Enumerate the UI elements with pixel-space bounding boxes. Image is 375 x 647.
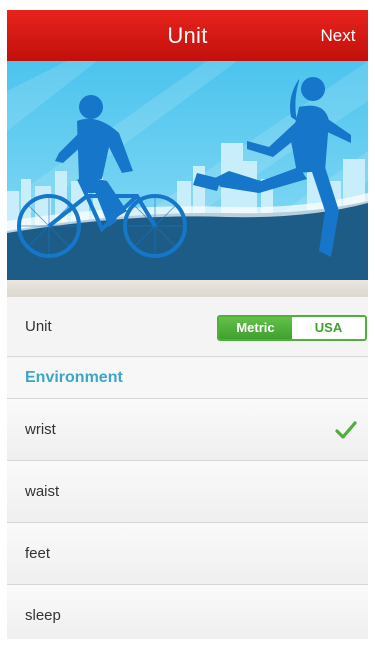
fitness-illustration [7, 61, 368, 280]
environment-section-header: Environment [7, 358, 368, 398]
list-item-label: sleep [25, 607, 61, 624]
list-item-wrist[interactable]: wrist [7, 398, 368, 460]
hero-banner [7, 61, 368, 280]
metric-option[interactable]: Metric [219, 317, 292, 339]
banner-bottom-strip [7, 280, 368, 297]
top-bar: Unit Next [7, 10, 368, 61]
section-title: Environment [25, 369, 123, 386]
next-button[interactable]: Next [308, 10, 368, 61]
unit-row: Unit Metric USA [7, 297, 368, 357]
list-item-label: feet [25, 545, 51, 562]
usa-option[interactable]: USA [292, 317, 365, 339]
list-item-label: wrist [25, 421, 56, 438]
list-item-feet[interactable]: feet [7, 522, 368, 584]
unit-toggle[interactable]: Metric USA [217, 315, 367, 341]
list-item-waist[interactable]: waist [7, 460, 368, 522]
app-frame: Unit Next Unit Metric USA Environment wr… [7, 10, 368, 639]
list-item-sleep[interactable]: sleep [7, 584, 368, 639]
unit-label: Unit [25, 318, 52, 335]
list-item-label: waist [25, 483, 60, 500]
checkmark-icon [334, 418, 358, 442]
